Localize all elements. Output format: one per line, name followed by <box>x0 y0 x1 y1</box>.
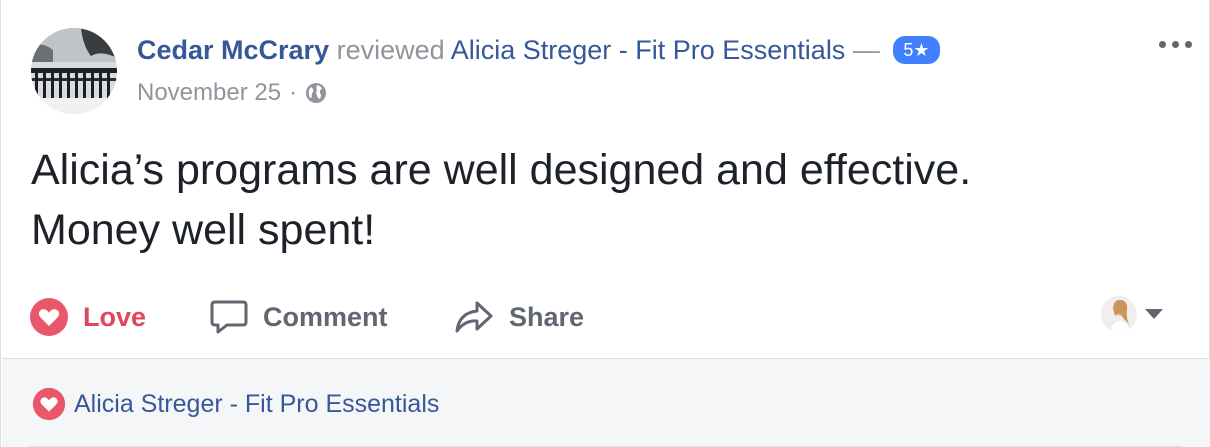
reactor-name-link[interactable]: Alicia Streger - Fit Pro Essentials <box>74 387 439 421</box>
viewer-avatar <box>1101 296 1137 332</box>
post-text-line: Money well spent! <box>31 206 376 254</box>
comment-label: Comment <box>263 301 388 332</box>
review-verb: reviewed <box>336 35 445 65</box>
comment-bubble-icon <box>210 300 248 334</box>
more-dot-icon <box>1158 40 1166 48</box>
more-options-button[interactable] <box>1155 34 1195 54</box>
reviewed-page-link[interactable]: Alicia Streger - Fit Pro Essentials <box>451 35 846 65</box>
post-meta: November 25 · <box>137 78 327 108</box>
author-avatar[interactable] <box>31 28 117 114</box>
post-header: Cedar McCrary reviewed Alicia Streger - … <box>137 32 940 68</box>
post-text-line: Alicia’s programs are well designed and … <box>31 146 972 194</box>
author-name-link[interactable]: Cedar McCrary <box>137 35 329 65</box>
snowy-fence-photo <box>31 28 117 114</box>
reactions-bar: Alicia Streger - Fit Pro Essentials <box>2 358 1210 447</box>
react-as-selector[interactable] <box>1101 296 1163 332</box>
rating-badge: 5★ <box>893 35 940 64</box>
globe-icon[interactable] <box>305 82 327 104</box>
reaction-summary[interactable]: Alicia Streger - Fit Pro Essentials <box>32 387 439 421</box>
review-post-card: Cedar McCrary reviewed Alicia Streger - … <box>0 0 1210 447</box>
love-reaction-icon <box>32 387 66 421</box>
share-label: Share <box>509 301 585 332</box>
love-label: Love <box>83 301 147 332</box>
more-dot-icon <box>1171 40 1179 48</box>
header-dash: — <box>852 35 880 65</box>
comment-button[interactable]: Comment <box>209 288 388 346</box>
share-button[interactable]: Share <box>453 288 584 346</box>
post-body: Alicia’s programs are well designed and … <box>31 140 1181 260</box>
post-date-link[interactable]: November 25 <box>137 78 281 108</box>
love-heart-icon <box>30 298 68 336</box>
chevron-down-icon <box>1145 309 1163 319</box>
action-bar: Love Comment Share <box>1 288 1210 346</box>
meta-separator: · <box>289 79 298 106</box>
love-button[interactable]: Love <box>29 288 146 346</box>
share-arrow-icon <box>455 301 493 333</box>
more-dot-icon <box>1184 40 1192 48</box>
